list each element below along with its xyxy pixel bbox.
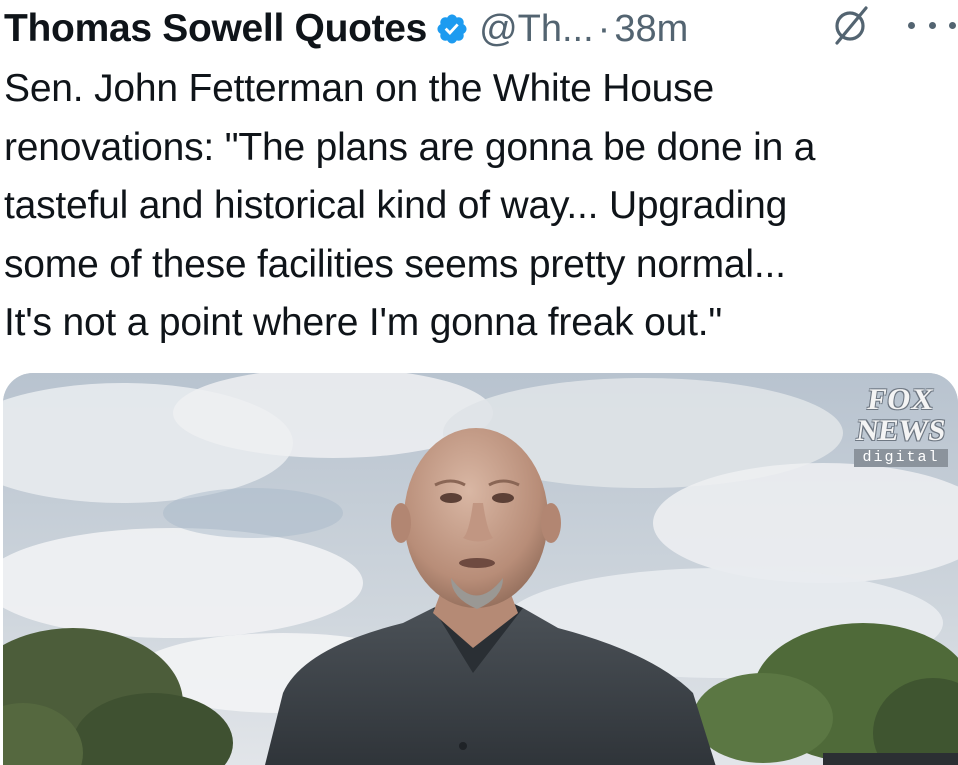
more-horizontal-icon[interactable]	[908, 8, 956, 42]
tweet[interactable]: Thomas Sowell Quotes @Th... · 38m Sen. J…	[0, 0, 958, 765]
display-name[interactable]: Thomas Sowell Quotes	[4, 7, 427, 51]
tweet-text: Sen. John Fetterman on the White House r…	[4, 60, 954, 353]
timestamp[interactable]: 38m	[614, 8, 688, 51]
more-dot	[949, 21, 956, 29]
watermark-news: NEWS	[854, 414, 948, 447]
tweet-text-line: tasteful and historical kind of way... U…	[4, 184, 788, 227]
watermark-digital: digital	[854, 449, 948, 467]
tweet-text-line: Sen. John Fetterman on the White House	[4, 67, 714, 110]
video-frame-image	[3, 373, 958, 765]
verified-badge-icon[interactable]	[435, 12, 469, 46]
handle[interactable]: @Th...	[479, 8, 594, 51]
tweet-media[interactable]: FOX NEWS digital	[3, 373, 958, 765]
more-dot	[908, 21, 915, 29]
tweet-text-line: renovations: "The plans are gonna be don…	[4, 125, 816, 169]
watermark-fox: FOX	[865, 383, 937, 416]
tweet-header: Thomas Sowell Quotes @Th... · 38m	[4, 4, 954, 54]
fox-news-digital-watermark: FOX NEWS digital	[846, 383, 956, 493]
separator-dot: ·	[597, 7, 611, 50]
tweet-text-line: some of these facilities seems pretty no…	[4, 242, 786, 286]
grok-icon[interactable]	[828, 2, 874, 48]
more-dot	[928, 21, 936, 29]
tweet-text-line: It's not a point where I'm gonna freak o…	[4, 301, 723, 344]
